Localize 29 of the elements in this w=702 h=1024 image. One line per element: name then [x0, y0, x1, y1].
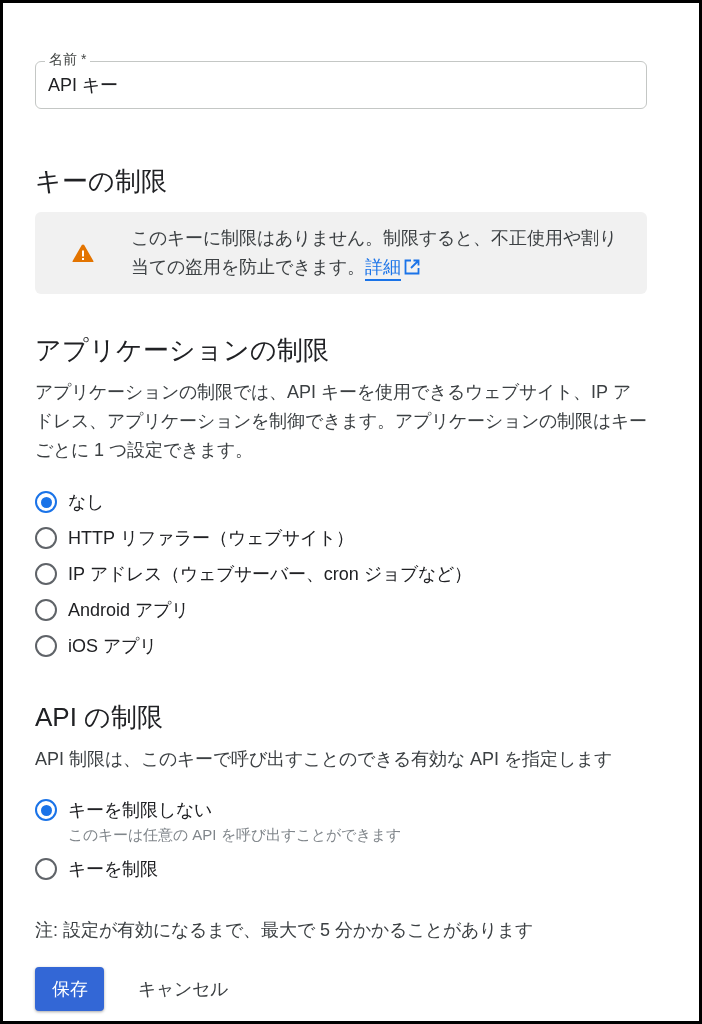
description-text: アプリケーションの制限では、API キーを使用できるウェブサイト、IP アドレス、アプリケーションを制御できます。アプリケーションの制限はキーごとに 1 つ設定できます。	[35, 381, 647, 462]
radio-button[interactable]	[35, 563, 57, 585]
radio-label[interactable]: IP アドレス（ウェブサーバー、cron ジョブなど）	[68, 556, 472, 592]
radio-label[interactable]: iOS アプリ	[68, 628, 157, 664]
external-link-icon	[404, 259, 420, 275]
radio-label[interactable]: キーを制限しない	[68, 796, 212, 824]
section-heading: API の制限	[35, 701, 165, 733]
field-label: 名前 *	[45, 50, 91, 68]
radio-label[interactable]: Android アプリ	[68, 592, 190, 628]
save-button[interactable]: 保存	[35, 967, 104, 1011]
notice-text: このキーに制限はありません。制限すると、不正使用や割り当ての盗用を防止できます。詳細	[131, 227, 618, 279]
description-text: API 制限は、このキーで呼び出すことのできる有効な API を指定します	[35, 748, 614, 771]
radio-button[interactable]	[35, 599, 57, 621]
radio-button[interactable]	[35, 491, 57, 513]
radio-label[interactable]: なし	[68, 484, 104, 520]
warning-icon	[72, 243, 94, 263]
radio-button[interactable]	[35, 527, 57, 549]
radio-button[interactable]	[35, 635, 57, 657]
section-heading: キーの制限	[35, 165, 168, 197]
name-field[interactable]: 名前 * API キー	[35, 50, 647, 109]
radio-button[interactable]	[35, 858, 57, 880]
radio-button[interactable]	[35, 799, 57, 821]
cancel-button[interactable]: キャンセル	[122, 967, 244, 1011]
section-heading: アプリケーションの制限	[35, 334, 330, 366]
option-hint: このキーは任意の API を呼び出すことができます	[68, 825, 401, 845]
radio-label[interactable]: キーを制限	[68, 855, 158, 883]
note-text: 注: 設定が有効になるまで、最大で 5 分かかることがあります	[35, 919, 534, 942]
details-link[interactable]: 詳細	[365, 257, 420, 277]
radio-label[interactable]: HTTP リファラー（ウェブサイト）	[68, 520, 354, 556]
